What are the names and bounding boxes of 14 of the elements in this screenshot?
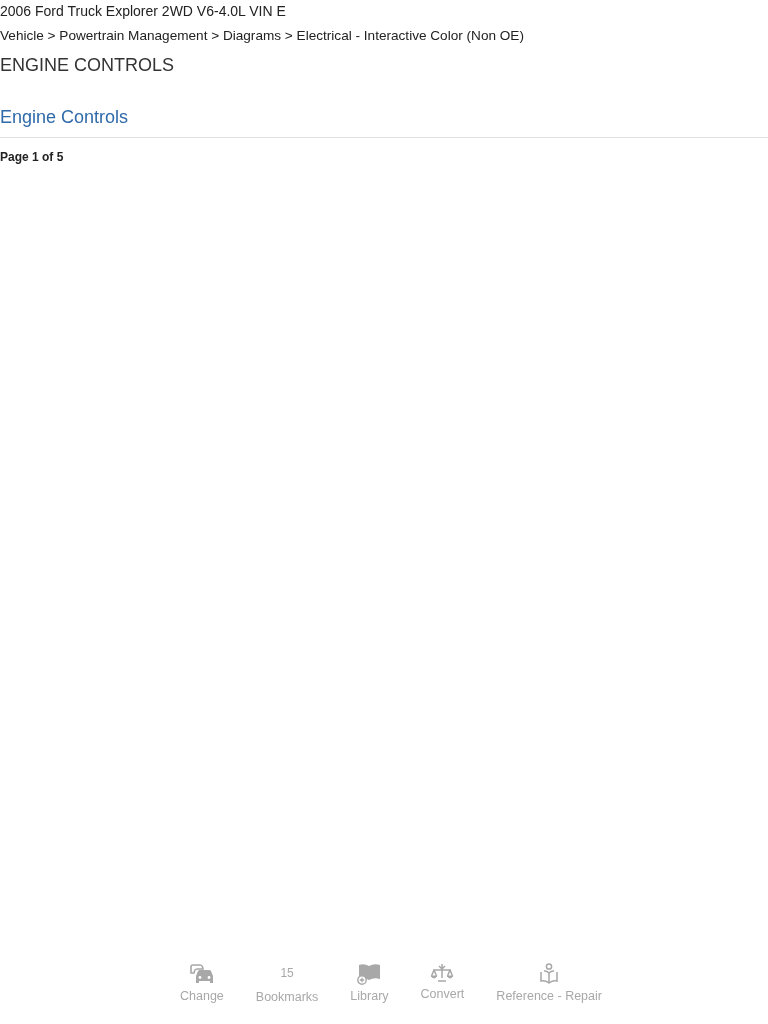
cars-icon [188, 963, 215, 985]
bookmarks-button[interactable]: 15 Bookmarks [255, 963, 319, 1005]
book-plus-icon [356, 963, 383, 985]
document-title: Engine Controls [0, 106, 129, 128]
library-button[interactable]: Library [350, 963, 389, 1004]
scales-icon [430, 963, 455, 983]
reference-button[interactable]: Reference - Repair [496, 963, 602, 1004]
breadcrumb: Vehicle > Powertrain Management > Diagrams > Electrical - Interactive Color (Non OE) [0, 27, 524, 45]
reading-person-icon [539, 963, 560, 985]
change-button[interactable]: Change [180, 963, 224, 1004]
page-indicator: Page 1 of 5 [0, 149, 64, 165]
section-title: ENGINE CONTROLS [0, 54, 175, 76]
convert-button[interactable]: Convert [420, 963, 465, 1002]
vehicle-title: 2006 Ford Truck Explorer 2WD V6-4.0L VIN E [0, 2, 286, 21]
